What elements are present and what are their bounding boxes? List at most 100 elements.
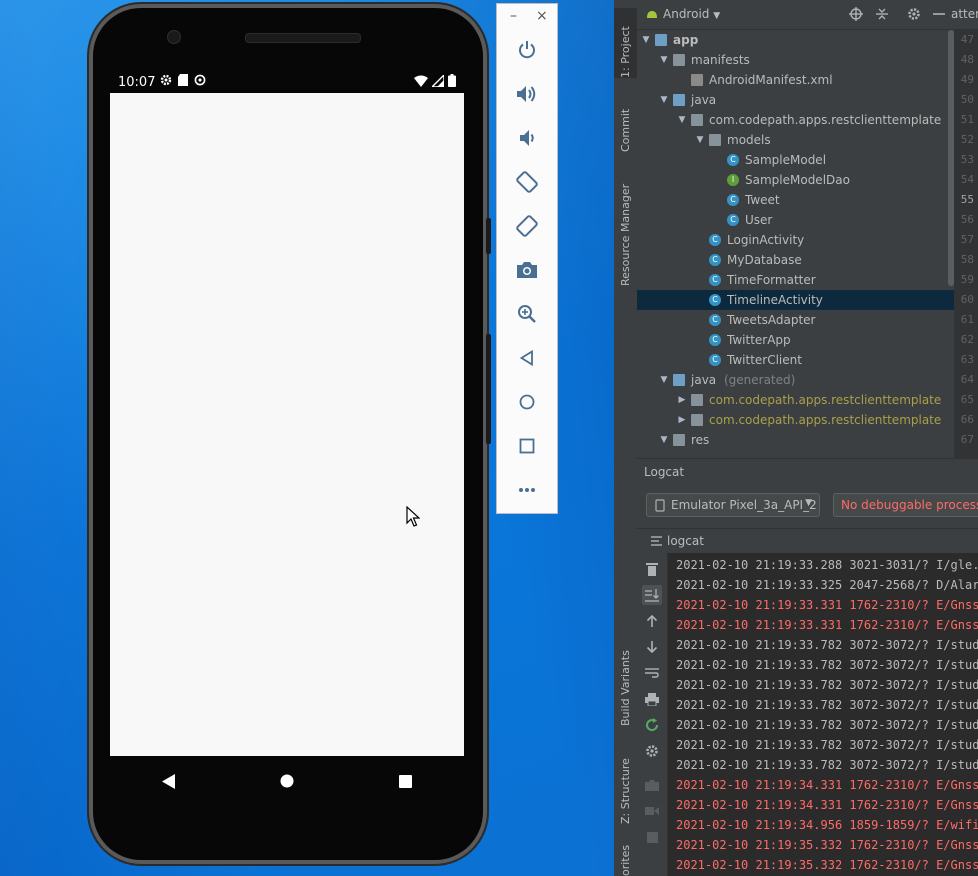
volume-up-icon (517, 86, 536, 102)
expand-arrow-icon[interactable]: ▼ (677, 110, 687, 130)
logcat-tab[interactable]: logcat (637, 528, 978, 553)
tree-item[interactable]: ▼ java (637, 90, 954, 110)
collapse-arrow-icon[interactable]: ▶ (677, 390, 687, 410)
tree-item[interactable]: ▼ res (637, 430, 954, 450)
emu-back-button[interactable] (512, 343, 542, 373)
locate-icon[interactable] (849, 7, 863, 21)
tree-item[interactable]: C User (637, 210, 954, 230)
collapse-arrow-icon[interactable]: ▶ (677, 410, 687, 430)
expand-arrow-icon[interactable]: ▼ (659, 430, 669, 450)
tree-item[interactable]: ▼ models (637, 130, 954, 150)
screen-record-button[interactable] (642, 801, 662, 821)
module-icon (655, 34, 667, 46)
app-screen[interactable] (110, 93, 464, 756)
nav-recents-button[interactable] (385, 761, 425, 801)
video-camera-icon (645, 807, 659, 815)
tab-structure-label: Z: Structure (619, 758, 632, 824)
scroll-to-end-button[interactable] (642, 585, 662, 605)
line-number: 59 (960, 273, 974, 286)
rotate-right-button[interactable] (512, 211, 542, 241)
print-button[interactable] (642, 689, 662, 709)
tree-item-label: SampleModelDao (745, 173, 850, 187)
tree-item[interactable]: I SampleModelDao (637, 170, 954, 190)
more-button[interactable] (512, 475, 542, 505)
tree-item[interactable]: C TweetsAdapter (637, 310, 954, 330)
logcat-settings-button[interactable] (642, 741, 662, 761)
tree-item[interactable]: ▼ com.codepath.apps.restclienttemplate (637, 110, 954, 130)
tree-item[interactable]: C Tweet (637, 190, 954, 210)
tree-item[interactable]: ▼ manifests (637, 50, 954, 70)
line-number: 53 (960, 153, 974, 166)
log-output[interactable]: 2021-02-10 21:19:33.288 3021-3031/? I/gl… (676, 555, 978, 876)
tab-favorites[interactable]: orites (614, 842, 637, 876)
collapse-all-icon[interactable] (875, 7, 889, 21)
emu-home-button[interactable] (512, 387, 542, 417)
tree-item[interactable]: C TwitterApp (637, 330, 954, 350)
restart-button[interactable] (642, 715, 662, 735)
power-icon (519, 41, 535, 59)
back-triangle-outline-icon (520, 350, 533, 366)
hide-panel-icon[interactable] (933, 7, 945, 21)
expand-arrow-icon[interactable]: ▼ (659, 90, 669, 110)
tree-item-label: TwitterApp (727, 333, 791, 347)
soft-wrap-button[interactable] (642, 663, 662, 683)
tree-item[interactable]: ▶ com.codepath.apps.restclienttemplate (637, 410, 954, 430)
editor-tab-cut[interactable]: atter (951, 7, 978, 21)
tree-item[interactable]: ▶ com.codepath.apps.restclienttemplate (637, 390, 954, 410)
minimize-button[interactable]: – (510, 8, 517, 24)
down-button[interactable] (642, 637, 662, 657)
line-number: 52 (960, 133, 974, 146)
clear-log-button[interactable] (642, 559, 662, 579)
folder-icon (691, 394, 703, 406)
close-button[interactable]: × (536, 8, 548, 24)
expand-arrow-icon[interactable]: ▼ (659, 370, 669, 390)
emu-overview-button[interactable] (512, 431, 542, 461)
power-button[interactable] (512, 35, 542, 65)
tree-item[interactable]: ▼ java (generated) (637, 370, 954, 390)
tab-project[interactable]: 1: Project (614, 8, 637, 78)
nav-home-button[interactable] (267, 761, 307, 801)
tab-resource-manager[interactable]: Resource Manager (614, 174, 637, 286)
project-view-selector[interactable]: Android ▼ (663, 7, 720, 21)
process-dropdown[interactable]: No debuggable processes (833, 493, 978, 517)
printer-icon (645, 692, 659, 706)
phone-volume-keys[interactable] (486, 334, 491, 444)
nav-back-button[interactable] (149, 761, 189, 801)
tab-structure[interactable]: Z: Structure (614, 746, 637, 824)
process-dropdown-value: No debuggable processes (841, 498, 978, 512)
gear-icon[interactable] (907, 7, 921, 21)
volume-up-button[interactable] (512, 79, 542, 109)
tree-item[interactable]: AndroidManifest.xml (637, 70, 954, 90)
tab-commit[interactable]: Commit (614, 92, 637, 152)
expand-arrow-icon[interactable]: ▼ (695, 130, 705, 150)
screen-capture-button[interactable] (642, 775, 662, 795)
phone-power-key[interactable] (486, 218, 491, 254)
gear-icon (160, 74, 172, 86)
data-saver-icon (194, 74, 206, 86)
scroll-to-end-icon (645, 589, 659, 602)
tree-item[interactable]: C TimeFormatter (637, 270, 954, 290)
tree-item[interactable]: C LoginActivity (637, 230, 954, 250)
tree-item-label: TwitterClient (727, 353, 802, 367)
tree-item[interactable]: ▼ app (637, 30, 954, 50)
rotate-left-button[interactable] (512, 167, 542, 197)
up-button[interactable] (642, 611, 662, 631)
tree-item[interactable]: C MyDatabase (637, 250, 954, 270)
tab-build-variants[interactable]: Build Variants (614, 636, 637, 726)
rotate-right-icon (516, 215, 538, 237)
tree-item[interactable]: C TwitterClient (637, 350, 954, 370)
screenshot-button[interactable] (512, 255, 542, 285)
tree-item[interactable]: C TimelineActivity (637, 290, 954, 310)
zoom-button[interactable] (512, 299, 542, 329)
volume-down-button[interactable] (512, 123, 542, 153)
stop-button[interactable] (642, 827, 662, 847)
expand-arrow-icon[interactable]: ▼ (641, 30, 651, 50)
tree-item[interactable]: C SampleModel (637, 150, 954, 170)
tree-item-label: res (691, 433, 710, 447)
expand-arrow-icon[interactable]: ▼ (659, 50, 669, 70)
log-line: 2021-02-10 21:19:33.331 1762-2310/? E/Gn… (676, 598, 978, 612)
project-view-label: Android (663, 7, 710, 21)
tree-item-label: com.codepath.apps.restclienttemplate (709, 393, 942, 407)
home-circle-icon (280, 774, 294, 788)
device-dropdown[interactable]: Emulator Pixel_3a_API_2 ▼ (646, 493, 820, 517)
